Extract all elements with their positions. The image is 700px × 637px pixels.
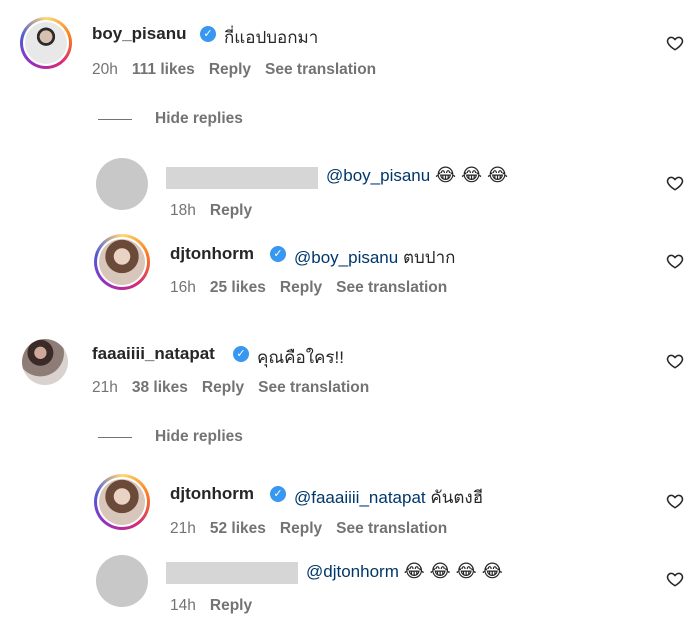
comment-meta: 21h 38 likes Reply See translation — [92, 379, 383, 397]
verified-badge-icon: ✓ — [270, 246, 286, 262]
avatar-djtonhorm[interactable] — [94, 234, 150, 290]
comment-username[interactable]: boy_pisanu — [92, 24, 186, 44]
comment-time[interactable]: 16h — [170, 279, 196, 297]
hide-replies-button[interactable]: Hide replies — [155, 110, 243, 128]
reply-button[interactable]: Reply — [202, 379, 244, 397]
comment-text: @boy_pisanu 😂 😂 😂 — [326, 165, 508, 186]
comment-text: @faaaiiii_natapat คันตงฮี — [294, 484, 483, 511]
avatar-redacted[interactable] — [96, 158, 148, 210]
mention-link[interactable]: @boy_pisanu — [326, 166, 430, 185]
mention-link[interactable]: @djtonhorm — [306, 562, 399, 581]
reply-button[interactable]: Reply — [209, 61, 251, 79]
comment-likes[interactable]: 111 likes — [132, 61, 195, 79]
avatar-boy-pisanu[interactable] — [20, 17, 72, 69]
comment-time[interactable]: 21h — [170, 520, 196, 538]
emoji-text: 😂 😂 😂 — [434, 165, 509, 185]
emoji-text: 😂 😂 😂 😂 — [403, 561, 503, 581]
see-translation-button[interactable]: See translation — [336, 520, 447, 538]
comment-meta: 14h Reply — [170, 597, 266, 615]
comment-time[interactable]: 20h — [92, 61, 118, 79]
comment-likes[interactable]: 25 likes — [210, 279, 266, 297]
redacted-username — [166, 562, 298, 584]
comment-text: @djtonhorm 😂 😂 😂 😂 — [306, 561, 503, 582]
hide-replies-divider — [98, 437, 132, 438]
heart-icon[interactable] — [666, 352, 684, 370]
avatar-photo — [25, 22, 67, 64]
see-translation-button[interactable]: See translation — [265, 61, 376, 79]
hide-replies-divider — [98, 119, 132, 120]
reply-button[interactable]: Reply — [280, 520, 322, 538]
comment-body: คันตงฮี — [430, 488, 484, 507]
reply-button[interactable]: Reply — [280, 279, 322, 297]
avatar-photo — [99, 479, 145, 525]
verified-badge-icon: ✓ — [200, 26, 216, 42]
comment-time[interactable]: 14h — [170, 597, 196, 615]
avatar-photo — [99, 239, 145, 285]
comment-username[interactable]: faaaiiii_natapat — [92, 344, 215, 364]
comment-time[interactable]: 18h — [170, 202, 196, 220]
redacted-username — [166, 167, 318, 189]
heart-icon[interactable] — [666, 570, 684, 588]
comment-time[interactable]: 21h — [92, 379, 118, 397]
comment-meta: 21h 52 likes Reply See translation — [170, 520, 461, 538]
mention-link[interactable]: @faaaiiii_natapat — [294, 488, 426, 507]
reply-button[interactable]: Reply — [210, 597, 252, 615]
avatar-faaaiiii-natapat[interactable] — [22, 339, 68, 385]
verified-badge-icon: ✓ — [233, 346, 249, 362]
comment-meta: 18h Reply — [170, 202, 266, 220]
comment-text: คุณคือใคร!! — [257, 348, 344, 367]
avatar-redacted[interactable] — [96, 555, 148, 607]
comment-meta: 20h 111 likes Reply See translation — [92, 61, 390, 79]
verified-badge-icon: ✓ — [270, 486, 286, 502]
comment-text: @boy_pisanu ตบปาก — [294, 244, 455, 271]
heart-icon[interactable] — [666, 492, 684, 510]
heart-icon[interactable] — [666, 252, 684, 270]
avatar-djtonhorm[interactable] — [94, 474, 150, 530]
see-translation-button[interactable]: See translation — [336, 279, 447, 297]
comment-likes[interactable]: 38 likes — [132, 379, 188, 397]
comment-username[interactable]: djtonhorm — [170, 484, 254, 504]
comment-username[interactable]: djtonhorm — [170, 244, 254, 264]
comment-meta: 16h 25 likes Reply See translation — [170, 279, 461, 297]
comment-text: กี่แอปบอกมา — [224, 28, 319, 47]
comment-likes[interactable]: 52 likes — [210, 520, 266, 538]
reply-button[interactable]: Reply — [210, 202, 252, 220]
heart-icon[interactable] — [666, 174, 684, 192]
hide-replies-button[interactable]: Hide replies — [155, 428, 243, 446]
heart-icon[interactable] — [666, 34, 684, 52]
mention-link[interactable]: @boy_pisanu — [294, 248, 398, 267]
comment-body: ตบปาก — [402, 248, 456, 267]
see-translation-button[interactable]: See translation — [258, 379, 369, 397]
